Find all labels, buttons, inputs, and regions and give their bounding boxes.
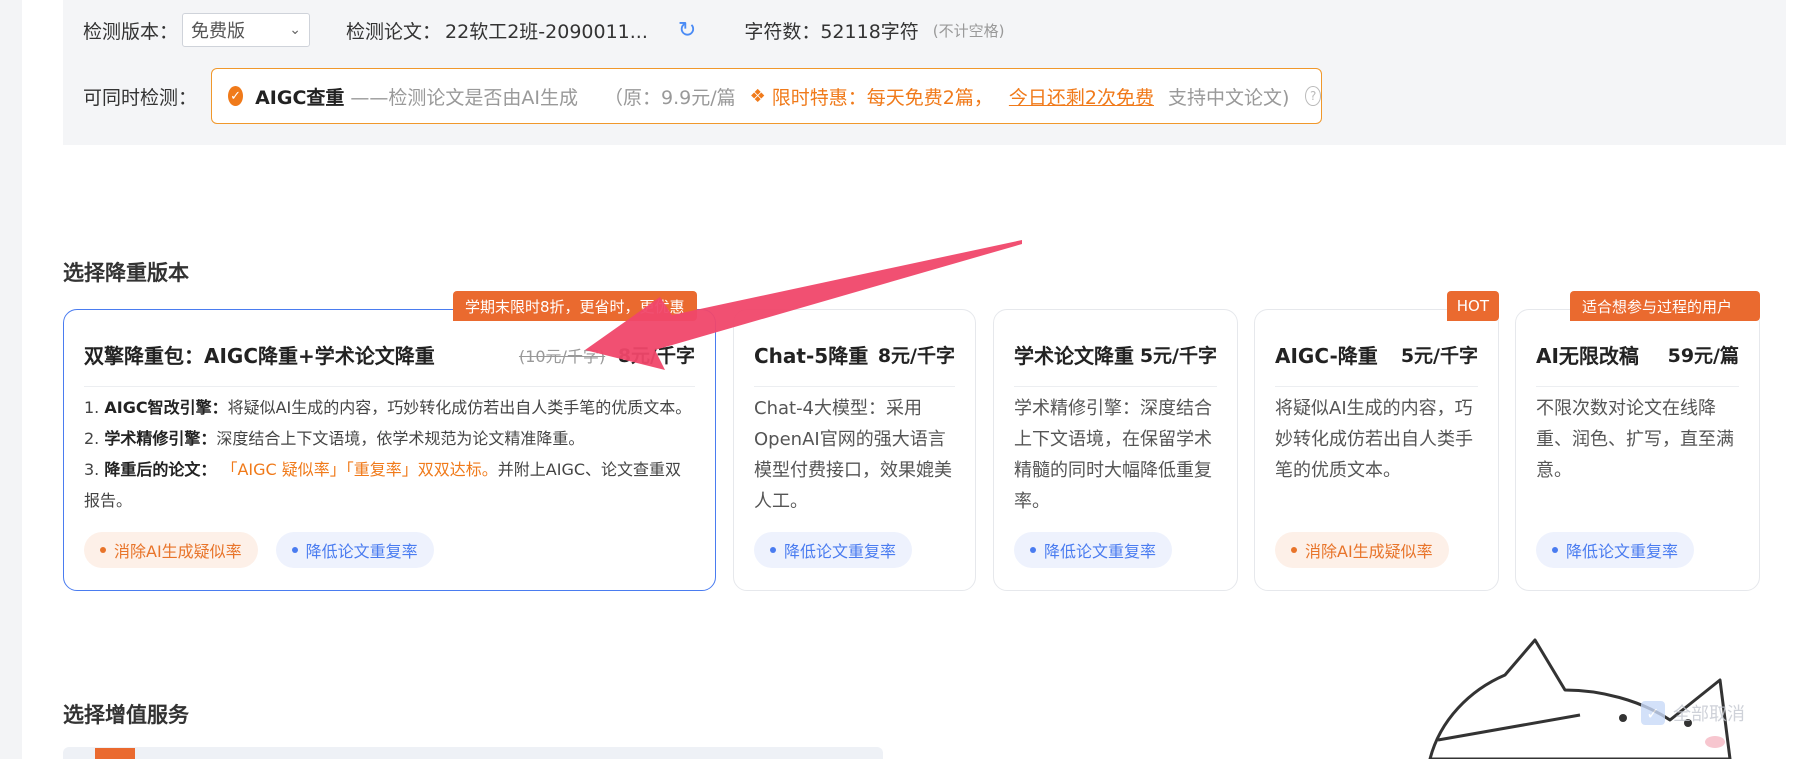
chip-reduce-dup: 降低论文重复率 xyxy=(1014,532,1173,568)
chip-label: 降低论文重复率 xyxy=(1044,542,1157,561)
plan-card-aigc[interactable]: HOT AIGC-降重 5元/千字 将疑似AI生成的内容，巧妙转化成仿若出自人类… xyxy=(1254,291,1499,591)
plan-chips: 降低论文重复率 xyxy=(754,532,913,568)
aigc-remaining-free[interactable]: 今日还剩2次免费 xyxy=(1009,83,1154,110)
paper-name: 22软工2班-2090011... xyxy=(445,20,648,43)
plan-price: (10元/千字) 8元/千字 xyxy=(519,341,695,368)
plan-price: 5元/千字 xyxy=(1400,344,1478,367)
plan-chips: 降低论文重复率 xyxy=(1014,532,1173,568)
cat-cheek-icon xyxy=(1705,736,1725,748)
plan-price: 8元/千字 xyxy=(877,344,955,367)
value-added-panel xyxy=(63,747,883,759)
chip-reduce-dup: 降低论文重复率 xyxy=(1536,532,1695,568)
dot-icon xyxy=(1552,547,1558,553)
dot-icon xyxy=(770,547,776,553)
aigc-option-desc: ——检测论文是否由AI生成 xyxy=(350,86,579,109)
plan-desc: 不限次数对论文在线降重、润色、扩写，直至满意。 xyxy=(1536,398,1734,481)
plan-old-price: (10元/千字) xyxy=(518,346,606,366)
chip-label: 消除AI生成疑似率 xyxy=(1305,542,1433,561)
plan-card-chat5[interactable]: Chat-5降重 8元/千字 Chat-4大模型：采用OpenAI官网的强大语言… xyxy=(733,309,976,591)
dot-icon xyxy=(1030,547,1036,553)
aigc-promo: 限时特惠：每天免费2篇， xyxy=(771,86,993,109)
plan-price-value: 8元/千字 xyxy=(617,344,695,367)
unselect-all-label: 全部取消 xyxy=(1673,704,1745,725)
left-scroll-gutter xyxy=(0,0,22,759)
card-header: 双擎降重包：AIGC降重+学术论文降重 (10元/千字) 8元/千字 xyxy=(84,334,695,387)
plan-card-unlimited[interactable]: 适合想参与过程的用户 AI无限改稿 59元/篇 不限次数对论文在线降重、润色、扩… xyxy=(1515,291,1760,591)
feature-highlight: 「AIGC 疑似率」「重复率」双双达标。 xyxy=(221,460,498,479)
card-header: Chat-5降重 8元/千字 xyxy=(754,334,955,387)
detection-info-row: 检测版本： 免费版 ⌄ 检测论文： 22软工2班-2090011... ↻ 字符… xyxy=(83,12,1005,48)
plan-desc: 将疑似AI生成的内容，巧妙转化成仿若出自人类手笔的优质文本。 xyxy=(1275,398,1473,481)
plan-card-academic[interactable]: 学术论文降重 5元/千字 学术精修引擎：深度结合上下文语境，在保留学术精髓的同时… xyxy=(993,309,1238,591)
card-header: AI无限改稿 59元/篇 xyxy=(1536,334,1739,387)
aigc-support-note: 支持中文论文) xyxy=(1167,86,1290,109)
promo-badge: 学期末限时8折，更省时，更优惠 xyxy=(453,291,697,321)
dot-icon xyxy=(291,547,298,553)
refresh-icon[interactable]: ↻ xyxy=(678,18,696,43)
ticket-icon: ❖ xyxy=(749,85,766,107)
plan-desc: Chat-4大模型：采用OpenAI官网的强大语言模型付费接口，效果媲美人工。 xyxy=(754,398,952,512)
chip-label: 消除AI生成疑似率 xyxy=(114,542,242,561)
value-added-badge xyxy=(95,748,135,759)
simultaneous-label: 可同时检测： xyxy=(83,86,198,109)
plan-name: 双擎降重包：AIGC降重+学术论文降重 xyxy=(84,343,435,368)
plan-price: 5元/千字 xyxy=(1139,344,1217,367)
plan-chips: 消除AI生成疑似率 xyxy=(1275,532,1449,568)
version-select[interactable]: 免费版 ⌄ xyxy=(182,13,311,47)
plan-name: Chat-5降重 xyxy=(754,343,869,368)
feature-title: 学术精修引擎： xyxy=(104,429,217,448)
dot-icon xyxy=(1291,547,1297,553)
section-title-reduce: 选择降重版本 xyxy=(63,261,189,285)
paper-label: 检测论文： xyxy=(346,20,442,43)
plan-name: 学术论文降重 xyxy=(1014,343,1134,368)
feature-num: 2. xyxy=(84,429,100,448)
chip-label: 降低论文重复率 xyxy=(784,542,897,561)
check-circle-icon[interactable]: ✓ xyxy=(228,86,244,106)
feature-title: AIGC智改引擎： xyxy=(104,398,228,417)
dot-icon xyxy=(100,547,106,553)
simultaneous-label-row: 可同时检测： xyxy=(83,68,197,124)
help-icon[interactable]: ? xyxy=(1305,86,1321,106)
plan-chips: 消除AI生成疑似率 降低论文重复率 xyxy=(84,532,434,568)
feature-item: 2. 学术精修引擎：深度结合上下文语境，依学术规范为论文精准降重。 xyxy=(84,423,697,454)
chip-remove-ai: 消除AI生成疑似率 xyxy=(84,532,258,568)
plan-chips: 降低论文重复率 xyxy=(1536,532,1695,568)
checkbox-icon[interactable]: ✓ xyxy=(1641,701,1665,725)
version-label: 检测版本： xyxy=(83,20,179,43)
chip-remove-ai: 消除AI生成疑似率 xyxy=(1275,532,1449,568)
chip-label: 降低论文重复率 xyxy=(1566,542,1679,561)
audience-badge: 适合想参与过程的用户 xyxy=(1570,291,1760,321)
chip-label: 降低论文重复率 xyxy=(305,542,418,561)
feature-text: 将疑似AI生成的内容，巧妙转化成仿若出自人类手笔的优质文本。 xyxy=(227,398,692,417)
unselect-all-button[interactable]: ✓ 全部取消 xyxy=(1641,700,1745,726)
plan-desc: 学术精修引擎：深度结合上下文语境，在保留学术精髓的同时大幅降低重复率。 xyxy=(1014,398,1212,512)
chars-note: (不计空格) xyxy=(932,21,1005,40)
card-header: AIGC-降重 5元/千字 xyxy=(1275,334,1478,387)
feature-num: 3. xyxy=(84,460,100,479)
feature-item: 3. 降重后的论文： 「AIGC 疑似率」「重复率」双双达标。并附上AIGC、论… xyxy=(84,454,697,516)
cat-eye-icon xyxy=(1619,714,1627,722)
aigc-option-title: AIGC查重 xyxy=(255,86,345,109)
feature-num: 1. xyxy=(84,398,100,417)
chevron-down-icon: ⌄ xyxy=(289,22,302,38)
feature-item: 1. AIGC智改引擎：将疑似AI生成的内容，巧妙转化成仿若出自人类手笔的优质文… xyxy=(84,392,697,423)
card-header: 学术论文降重 5元/千字 xyxy=(1014,334,1217,387)
feature-text: 深度结合上下文语境，依学术规范为论文精准降重。 xyxy=(216,429,585,448)
plan-name: AI无限改稿 xyxy=(1536,343,1639,368)
plan-name: AIGC-降重 xyxy=(1275,343,1378,368)
chip-reduce-dup: 降低论文重复率 xyxy=(754,532,913,568)
plan-features: 1. AIGC智改引擎：将疑似AI生成的内容，巧妙转化成仿若出自人类手笔的优质文… xyxy=(84,392,697,516)
version-select-value: 免费版 xyxy=(191,21,246,42)
plan-card-dual[interactable]: 学期末限时8折，更省时，更优惠 双擎降重包：AIGC降重+学术论文降重 (10元… xyxy=(63,291,716,591)
feature-title: 降重后的论文： xyxy=(104,460,217,479)
plan-price: 59元/篇 xyxy=(1667,344,1739,367)
chars-value: 52118字符 xyxy=(820,20,919,43)
section-title-value-added: 选择增值服务 xyxy=(63,703,189,727)
chip-reduce-dup: 降低论文重复率 xyxy=(275,532,434,568)
chars-label: 字符数： xyxy=(744,20,821,43)
aigc-check-option[interactable]: ✓ AIGC查重 ——检测论文是否由AI生成 （原：9.9元/篇 ❖ 限时特惠：… xyxy=(211,68,1322,124)
aigc-original-price: （原：9.9元/篇 xyxy=(604,86,736,109)
hot-badge: HOT xyxy=(1446,291,1499,321)
